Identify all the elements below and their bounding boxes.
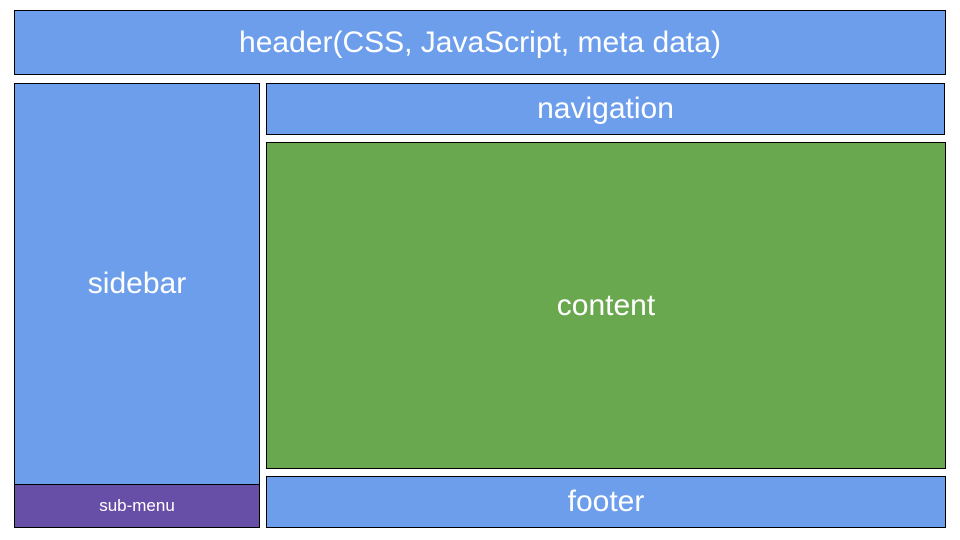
sub-menu-block: sub-menu [14,484,260,528]
content-label: content [556,288,656,322]
footer-block: footer [266,476,946,528]
header-block: header(CSS, JavaScript, meta data) [14,10,946,75]
header-label: header(CSS, JavaScript, meta data) [239,25,721,59]
navigation-label: navigation [537,92,674,125]
sub-menu-label: sub-menu [99,496,175,515]
content-block: content [266,142,946,469]
sidebar-block: sidebar [14,83,260,485]
navigation-block: navigation [266,83,945,135]
sidebar-label: sidebar [87,267,187,300]
footer-label: footer [567,485,645,518]
